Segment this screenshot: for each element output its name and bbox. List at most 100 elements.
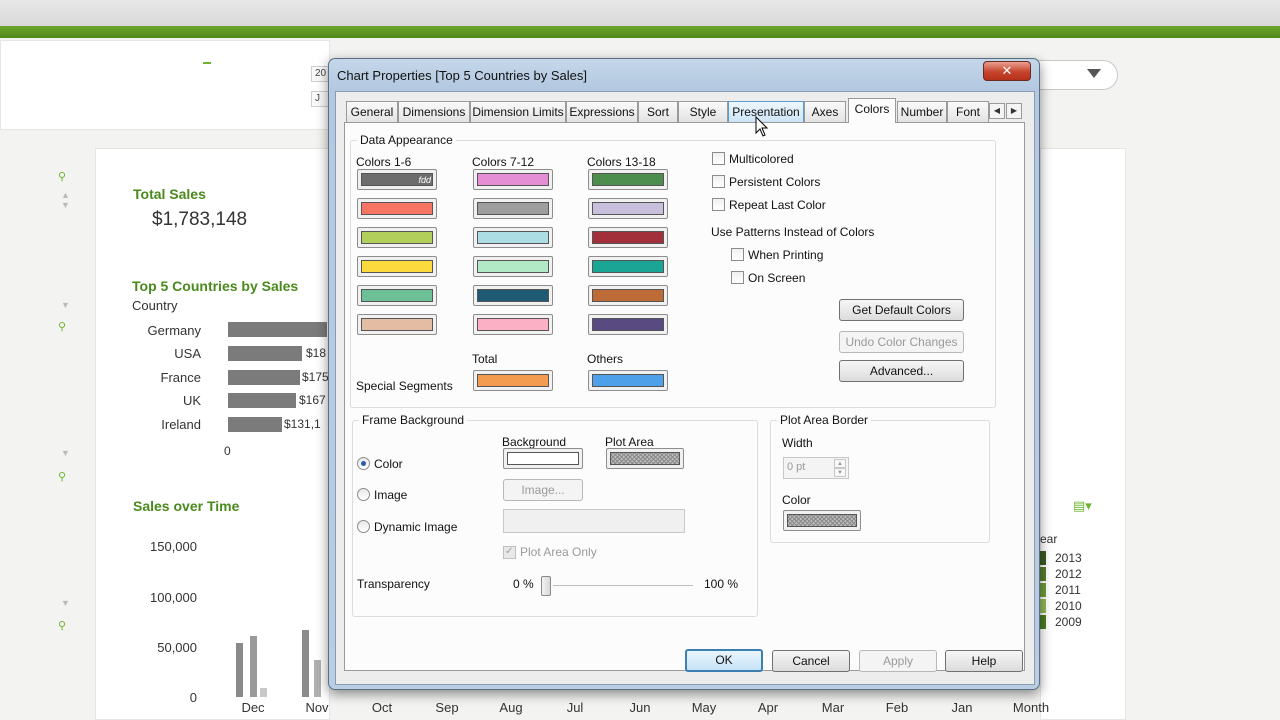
color-swatch[interactable] — [473, 227, 553, 248]
y-tick-label: 0 — [189, 690, 197, 705]
tab-scroll-left-icon[interactable]: ◀ — [989, 103, 1005, 119]
color-swatch[interactable] — [588, 285, 668, 306]
advanced-button[interactable]: Advanced... — [839, 360, 964, 382]
search-icon[interactable]: ⚲ — [58, 320, 66, 333]
when-printing-checkbox[interactable] — [731, 248, 744, 261]
tab-number[interactable]: Number — [897, 101, 947, 122]
country-bar[interactable] — [228, 322, 327, 337]
color-swatch[interactable] — [473, 285, 553, 306]
legend-year: 2012 — [1055, 567, 1082, 581]
color-swatch[interactable]: fdd — [357, 169, 437, 190]
time-series-bar — [250, 636, 257, 697]
width-stepper[interactable]: 0 pt ▲ ▼ — [783, 457, 849, 479]
country-bar[interactable] — [228, 370, 300, 385]
cancel-button[interactable]: Cancel — [772, 650, 850, 672]
collapse-icon[interactable]: ▼ — [61, 448, 70, 458]
color-swatch[interactable] — [357, 314, 437, 335]
month-tick-label: Nov — [305, 700, 329, 715]
total-color-swatch[interactable] — [473, 370, 553, 391]
tab-colors[interactable]: Colors — [848, 98, 896, 123]
tab-general[interactable]: General — [346, 101, 398, 122]
country-bar[interactable] — [228, 346, 302, 361]
country-bar[interactable] — [228, 417, 282, 432]
close-button[interactable]: ✕ — [983, 61, 1031, 81]
chart-type-icon[interactable]: ▤▾ — [1073, 498, 1092, 514]
tab-scroll-right-icon[interactable]: ▶ — [1006, 103, 1022, 119]
stepper-down-icon[interactable]: ▼ — [834, 468, 846, 477]
color-swatch[interactable] — [357, 285, 437, 306]
scroll-up-icon[interactable]: ▲ — [61, 190, 70, 200]
collapse-icon[interactable]: ▼ — [61, 598, 70, 608]
tab-axes[interactable]: Axes — [804, 101, 846, 122]
undo-color-changes-button[interactable]: Undo Color Changes — [839, 331, 964, 353]
scroll-down-icon[interactable]: ▼ — [61, 200, 70, 210]
tab-dimensions[interactable]: Dimensions — [398, 101, 470, 122]
search-icon[interactable]: ⚲ — [58, 619, 66, 632]
color-swatch[interactable] — [357, 227, 437, 248]
search-icon[interactable]: ⚲ — [58, 470, 66, 483]
color-swatch[interactable] — [357, 256, 437, 277]
color-swatch[interactable] — [473, 169, 553, 190]
legend-year: 2013 — [1055, 551, 1082, 565]
color-swatch[interactable] — [473, 314, 553, 335]
colors-tab-page: Data Appearance Colors 1-6 Colors 7-12 C… — [344, 122, 1025, 671]
others-color-swatch[interactable] — [588, 370, 668, 391]
slider-track — [553, 585, 693, 587]
stepper-up-icon[interactable]: ▲ — [834, 459, 846, 468]
persistent-colors-label: Persistent Colors — [729, 175, 821, 189]
multicolored-checkbox[interactable] — [712, 152, 725, 165]
country-label: USA — [174, 346, 201, 361]
collapse-icon[interactable]: ▼ — [61, 300, 70, 310]
apply-button[interactable]: Apply — [859, 650, 937, 672]
plot-area-only-checkbox[interactable]: ✓ — [503, 546, 516, 559]
image-button[interactable]: Image... — [503, 479, 583, 501]
dynamic-image-field[interactable] — [503, 509, 685, 533]
tab-sort[interactable]: Sort — [638, 101, 678, 122]
plot-area-color-swatch[interactable] — [606, 448, 684, 469]
time-series-bar — [302, 630, 309, 697]
help-button[interactable]: Help — [945, 650, 1023, 672]
mouse-cursor-icon — [755, 116, 769, 137]
color-swatch[interactable] — [588, 227, 668, 248]
tab-font[interactable]: Font — [947, 101, 989, 122]
on-screen-checkbox[interactable] — [731, 271, 744, 284]
persistent-colors-checkbox[interactable] — [712, 175, 725, 188]
dynamic-image-radio-label: Dynamic Image — [374, 520, 458, 534]
search-icon[interactable]: ⚲ — [58, 170, 66, 183]
on-screen-label: On Screen — [748, 271, 806, 285]
color-swatch[interactable] — [588, 169, 668, 190]
repeat-last-color-checkbox[interactable] — [712, 198, 725, 211]
dialog-title: Chart Properties [Top 5 Countries by Sal… — [337, 68, 588, 83]
tab-expressions[interactable]: Expressions — [566, 101, 638, 122]
color-swatch[interactable] — [588, 198, 668, 219]
color-swatch[interactable] — [588, 256, 668, 277]
color-swatch[interactable] — [473, 198, 553, 219]
color-radio-label: Color — [374, 457, 403, 471]
plot-area-border-label: Plot Area Border — [777, 413, 872, 427]
image-radio[interactable] — [357, 488, 370, 501]
dashboard-main-card — [95, 148, 330, 720]
country-bar[interactable] — [228, 393, 296, 408]
color-radio[interactable] — [357, 457, 370, 470]
swatch-fill — [592, 202, 664, 215]
month-tick-label: Oct — [371, 700, 393, 715]
swatch-fill — [592, 289, 664, 302]
tab-style[interactable]: Style — [678, 101, 728, 122]
ok-button[interactable]: OK — [685, 649, 763, 672]
background-color-swatch[interactable] — [503, 448, 583, 469]
border-color-swatch[interactable] — [783, 510, 861, 531]
get-default-colors-button[interactable]: Get Default Colors — [839, 299, 964, 321]
y-tick-label: 100,000 — [150, 590, 197, 605]
color-swatch[interactable] — [473, 256, 553, 277]
month-tick-label: May — [691, 700, 717, 715]
swatch-fill — [477, 202, 549, 215]
search-combo-box[interactable] — [1030, 60, 1118, 90]
color-swatch[interactable] — [588, 314, 668, 335]
color-swatch[interactable] — [357, 198, 437, 219]
slider-thumb[interactable] — [541, 576, 551, 596]
dynamic-image-radio[interactable] — [357, 520, 370, 533]
tab-dimension-limits[interactable]: Dimension Limits — [470, 101, 566, 122]
chevron-down-icon[interactable] — [1087, 69, 1101, 78]
checkmark-icon: ✓ — [505, 546, 514, 557]
transparency-slider[interactable] — [345, 403, 693, 596]
